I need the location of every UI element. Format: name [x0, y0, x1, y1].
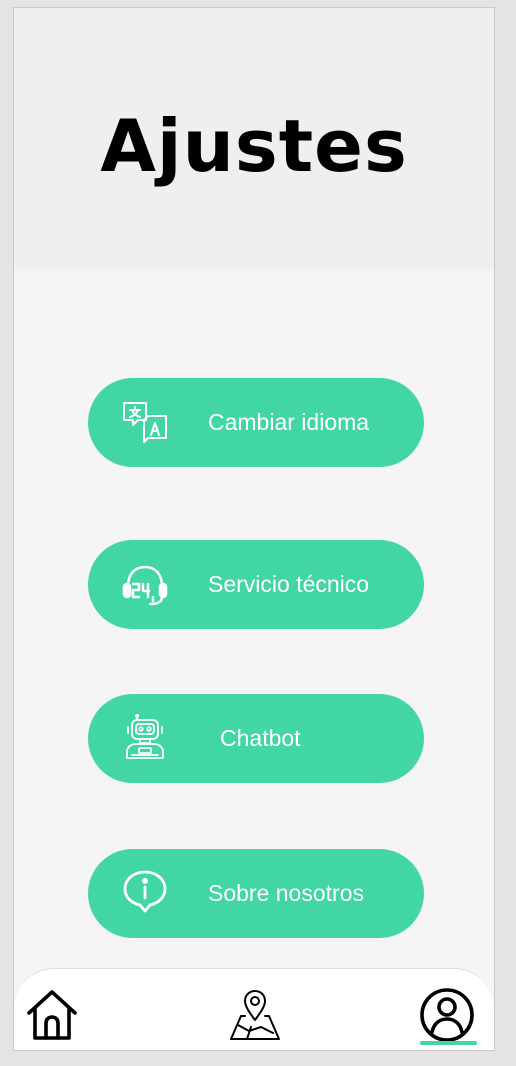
page-title: Ajustes: [100, 104, 408, 188]
profile-icon: [420, 988, 474, 1042]
nav-map-button[interactable]: [227, 987, 283, 1043]
support-24h-headset-icon: [122, 565, 168, 606]
info-icon: [123, 870, 167, 913]
about-us-label: Sobre nosotros: [208, 880, 364, 906]
translate-icon: [123, 402, 167, 443]
nav-home-button[interactable]: [24, 987, 80, 1043]
app-screen: Ajustes Cambiar idioma Servicio técnico: [13, 7, 495, 1051]
active-tab-indicator: [420, 1041, 477, 1045]
chatbot-label: Chatbot: [220, 725, 301, 751]
bottom-navigation: [14, 968, 494, 1050]
technical-service-label: Servicio técnico: [208, 571, 370, 597]
technical-service-button[interactable]: Servicio técnico: [88, 540, 424, 629]
change-language-button[interactable]: Cambiar idioma: [88, 378, 424, 467]
robot-icon: [126, 714, 164, 759]
map-location-icon: [230, 990, 280, 1040]
home-icon: [27, 990, 77, 1040]
change-language-label: Cambiar idioma: [208, 409, 370, 435]
about-us-button[interactable]: Sobre nosotros: [88, 849, 424, 938]
chatbot-button[interactable]: Chatbot: [88, 694, 424, 783]
nav-profile-button[interactable]: [419, 987, 475, 1043]
header: Ajustes: [14, 8, 494, 269]
